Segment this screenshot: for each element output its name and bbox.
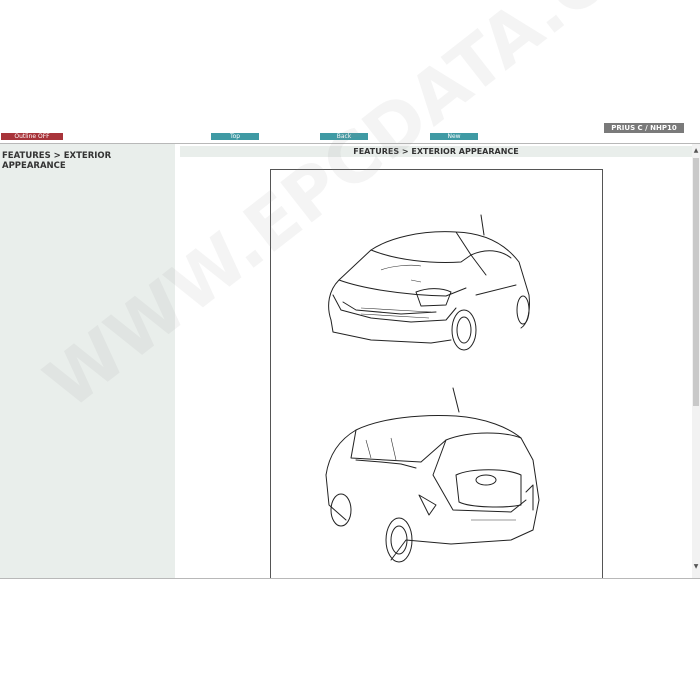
front-view-car-illustration	[328, 214, 530, 351]
new-button[interactable]: New	[430, 133, 478, 140]
content-panel: FEATURES > EXTERIOR APPEARANCE	[175, 144, 692, 579]
figure-frame	[270, 169, 603, 579]
back-button[interactable]: Back	[320, 133, 368, 140]
sidebar-breadcrumb[interactable]: FEATURES > EXTERIOR APPEARANCE	[2, 151, 172, 171]
vertical-scrollbar[interactable]: ▲ ▼	[692, 144, 700, 578]
scroll-up-arrow-icon[interactable]: ▲	[692, 148, 700, 154]
rear-view-car-illustration	[325, 387, 540, 563]
top-button[interactable]: Top	[211, 133, 259, 140]
scroll-thumb[interactable]	[693, 158, 699, 406]
outline-sidebar: FEATURES > EXTERIOR APPEARANCE	[0, 144, 175, 578]
footer-divider	[0, 578, 700, 579]
outline-toggle-button[interactable]: Outline OFF	[1, 133, 63, 140]
page-title: FEATURES > EXTERIOR APPEARANCE	[180, 146, 692, 157]
scroll-down-arrow-icon[interactable]: ▼	[692, 564, 700, 570]
model-badge: PRIUS C / NHP10	[604, 123, 684, 133]
